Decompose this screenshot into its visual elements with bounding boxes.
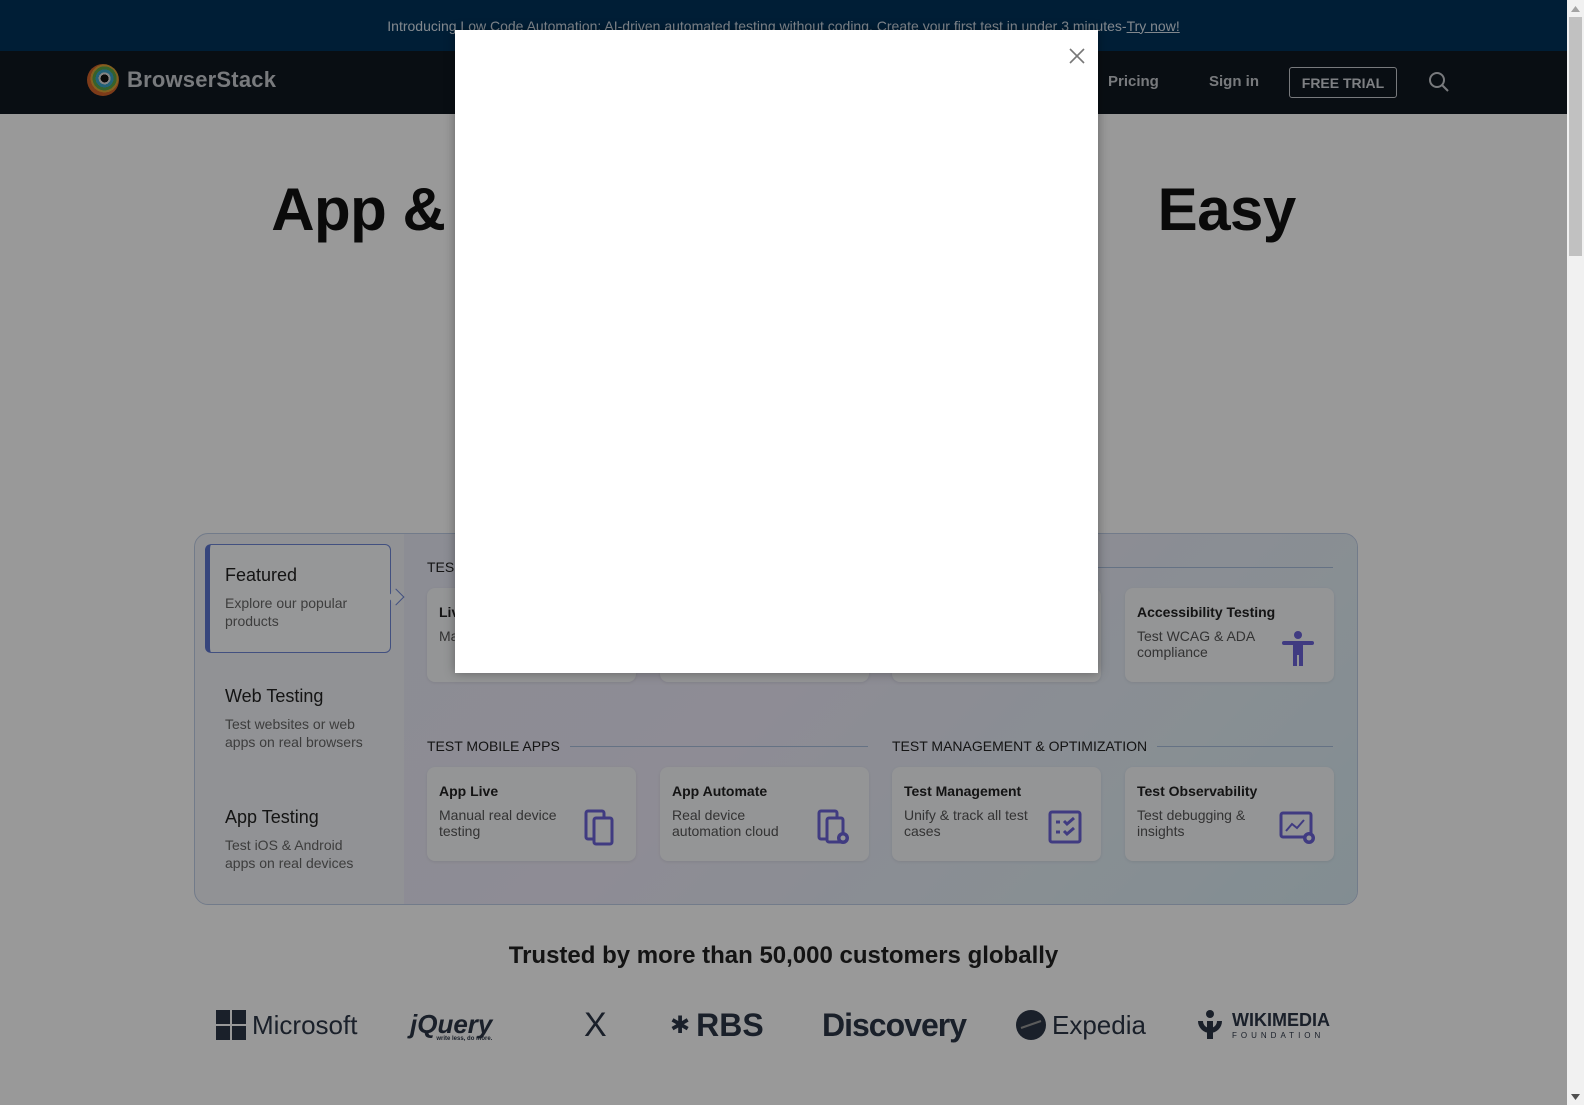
scroll-up-button[interactable]: [1567, 0, 1584, 17]
arrow-up-icon: [1571, 5, 1580, 12]
modal-dialog: [455, 30, 1098, 673]
scroll-thumb[interactable]: [1569, 17, 1582, 256]
page: Introducing Low Code Automation: AI-driv…: [0, 0, 1567, 1105]
vertical-scrollbar[interactable]: [1567, 0, 1584, 1105]
scroll-down-button[interactable]: [1567, 1088, 1584, 1105]
close-icon[interactable]: [1068, 47, 1086, 65]
arrow-down-icon: [1571, 1093, 1580, 1100]
